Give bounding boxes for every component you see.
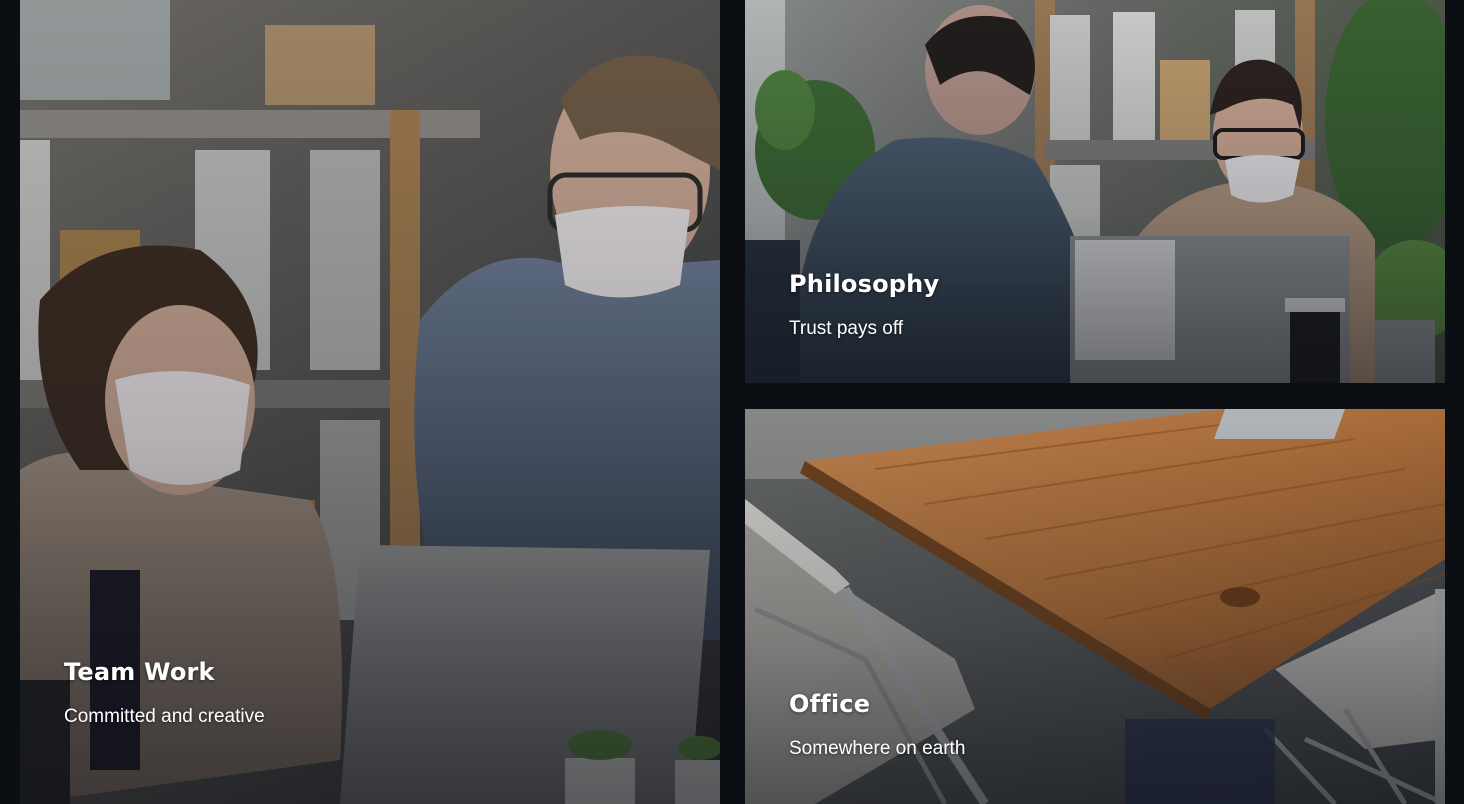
card-title: Office (789, 690, 871, 718)
card-title: Philosophy (789, 270, 940, 298)
card-title: Team Work (64, 658, 215, 686)
card-caption: Philosophy Trust pays off (789, 270, 939, 340)
card-subtitle: Somewhere on earth (789, 738, 966, 759)
image-card-grid: Team Work Committed and creative Philoso… (0, 0, 1464, 804)
card-caption: Team Work Committed and creative (64, 658, 265, 728)
card-subtitle: Committed and creative (64, 706, 265, 727)
card-subtitle: Trust pays off (789, 318, 904, 339)
card-caption: Office Somewhere on earth (789, 690, 965, 760)
card-philosophy[interactable]: Philosophy Trust pays off (745, 0, 1445, 383)
card-team-work[interactable]: Team Work Committed and creative (20, 0, 720, 804)
card-office[interactable]: Office Somewhere on earth (745, 409, 1445, 804)
